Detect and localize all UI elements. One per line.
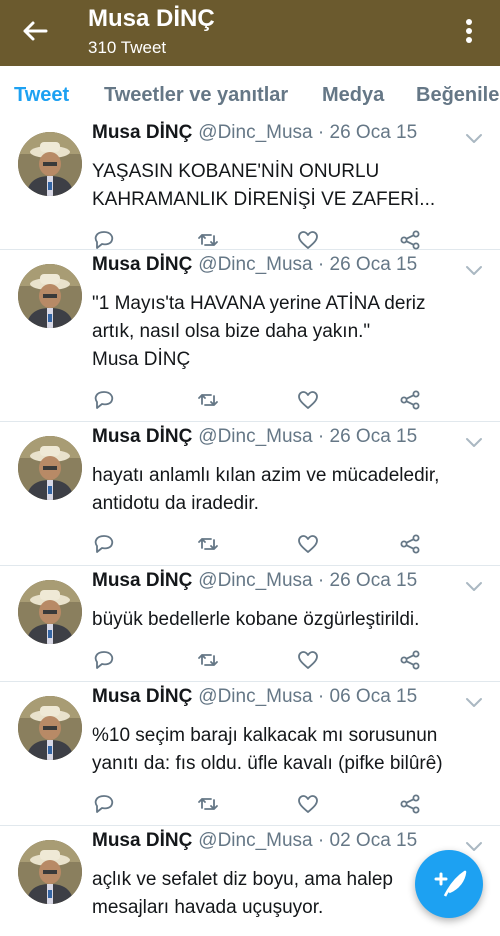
tweet-author-name[interactable]: Musa DİNÇ xyxy=(92,122,192,143)
share-icon[interactable] xyxy=(398,532,422,556)
reply-icon[interactable] xyxy=(92,532,116,556)
profile-header-bar: Musa DİNÇ 310 Tweet xyxy=(0,0,500,66)
reply-icon[interactable] xyxy=(92,648,116,672)
tweet-item[interactable]: Musa DİNÇ @Dinc_Musa · 26 Oca 15 "1 Mayıs'… xyxy=(0,250,500,422)
tweet-item[interactable]: Musa DİNÇ @Dinc_Musa · 26 Oca 15 YAŞASIN K… xyxy=(0,118,500,250)
tweet-item[interactable]: Musa DİNÇ @Dinc_Musa · 26 Oca 15 büyük bed… xyxy=(0,566,500,682)
tweet-handle-and-date: @Dinc_Musa · 02 Oca 15 xyxy=(198,830,418,851)
like-icon[interactable] xyxy=(296,648,320,672)
tweet-author-name[interactable]: Musa DİNÇ xyxy=(92,830,192,851)
tweet-text: büyük bedellerle kobane özgürleştirildi. xyxy=(92,609,420,630)
retweet-icon[interactable] xyxy=(196,388,220,412)
tab-media[interactable]: Medya xyxy=(322,66,384,123)
compose-tweet-button[interactable] xyxy=(415,850,483,918)
tweet-handle-and-date: @Dinc_Musa · 26 Oca 15 xyxy=(198,426,418,447)
tweet-author-name[interactable]: Musa DİNÇ xyxy=(92,570,192,591)
tweet-header: Musa DİNÇ @Dinc_Musa · 26 Oca 15 xyxy=(92,254,417,276)
share-icon[interactable] xyxy=(398,792,422,816)
chevron-down-icon[interactable] xyxy=(464,580,484,594)
retweet-icon[interactable] xyxy=(196,792,220,816)
avatar-image xyxy=(18,132,82,196)
chevron-down-icon[interactable] xyxy=(464,696,484,710)
reply-icon[interactable] xyxy=(92,388,116,412)
tweet-actions xyxy=(92,388,422,412)
tweet-text: YAŞASIN KOBANE'NİN ONURLU KAHRAMANLIK Dİ… xyxy=(92,161,436,210)
tweet-author-name[interactable]: Musa DİNÇ xyxy=(92,686,192,707)
tweet-handle-and-date: @Dinc_Musa · 26 Oca 15 xyxy=(198,570,418,591)
retweet-icon[interactable] xyxy=(196,228,220,252)
tweet-header: Musa DİNÇ @Dinc_Musa · 26 Oca 15 xyxy=(92,122,417,144)
profile-title: Musa DİNÇ xyxy=(88,5,215,32)
tweet-handle-and-date: @Dinc_Musa · 26 Oca 15 xyxy=(198,122,418,143)
compose-tweet-icon xyxy=(434,870,467,897)
avatar[interactable] xyxy=(18,696,82,760)
tweet-item[interactable]: Musa DİNÇ @Dinc_Musa · 26 Oca 15 hayatı an… xyxy=(0,422,500,566)
chevron-down-icon[interactable] xyxy=(464,436,484,450)
chevron-down-icon[interactable] xyxy=(464,132,484,146)
chevron-down-icon[interactable] xyxy=(464,264,484,278)
avatar[interactable] xyxy=(18,264,82,328)
retweet-icon[interactable] xyxy=(196,532,220,556)
retweet-icon[interactable] xyxy=(196,648,220,672)
tweet-actions xyxy=(92,228,422,252)
tweet-text: "1 Mayıs'ta HAVANA yerine ATİNA deriz ar… xyxy=(92,293,426,370)
like-icon[interactable] xyxy=(296,228,320,252)
like-icon[interactable] xyxy=(296,532,320,556)
like-icon[interactable] xyxy=(296,792,320,816)
share-icon[interactable] xyxy=(398,228,422,252)
avatar-image xyxy=(18,840,82,904)
avatar[interactable] xyxy=(18,840,82,904)
tab-tweets-and-replies[interactable]: Tweetler ve yanıtlar xyxy=(104,66,288,123)
overflow-menu-icon[interactable] xyxy=(458,16,480,46)
avatar-image xyxy=(18,696,82,760)
tweet-count: 310 Tweet xyxy=(88,38,167,57)
reply-icon[interactable] xyxy=(92,792,116,816)
tweet-header: Musa DİNÇ @Dinc_Musa · 06 Oca 15 xyxy=(92,686,417,708)
avatar-image xyxy=(18,580,82,644)
reply-icon[interactable] xyxy=(92,228,116,252)
avatar-image xyxy=(18,436,82,500)
back-arrow-icon[interactable] xyxy=(20,16,50,46)
tweet-header: Musa DİNÇ @Dinc_Musa · 02 Oca 15 xyxy=(92,830,417,852)
tweet-actions xyxy=(92,792,422,816)
tab-likes[interactable]: Beğeniler xyxy=(416,66,500,123)
tweet-header: Musa DİNÇ @Dinc_Musa · 26 Oca 15 xyxy=(92,570,417,592)
tweet-author-name[interactable]: Musa DİNÇ xyxy=(92,254,192,275)
tweet-item[interactable]: Musa DİNÇ @Dinc_Musa · 06 Oca 15 %10 seçim… xyxy=(0,682,500,826)
share-icon[interactable] xyxy=(398,648,422,672)
tweet-handle-and-date: @Dinc_Musa · 06 Oca 15 xyxy=(198,686,418,707)
tab-tweets[interactable]: Tweet xyxy=(14,66,69,123)
avatar[interactable] xyxy=(18,580,82,644)
tweet-text: %10 seçim barajı kalkacak mı sorusunun y… xyxy=(92,725,443,774)
tweet-header: Musa DİNÇ @Dinc_Musa · 26 Oca 15 xyxy=(92,426,417,448)
tweet-actions xyxy=(92,532,422,556)
profile-tabs: Tweet Tweetler ve yanıtlar Medya Beğenil… xyxy=(0,66,500,124)
avatar-image xyxy=(18,264,82,328)
tweet-actions xyxy=(92,648,422,672)
avatar[interactable] xyxy=(18,132,82,196)
avatar[interactable] xyxy=(18,436,82,500)
tweet-handle-and-date: @Dinc_Musa · 26 Oca 15 xyxy=(198,254,418,275)
share-icon[interactable] xyxy=(398,388,422,412)
like-icon[interactable] xyxy=(296,388,320,412)
tweet-author-name[interactable]: Musa DİNÇ xyxy=(92,426,192,447)
tweet-text: hayatı anlamlı kılan azim ve mücadeledir… xyxy=(92,465,440,514)
